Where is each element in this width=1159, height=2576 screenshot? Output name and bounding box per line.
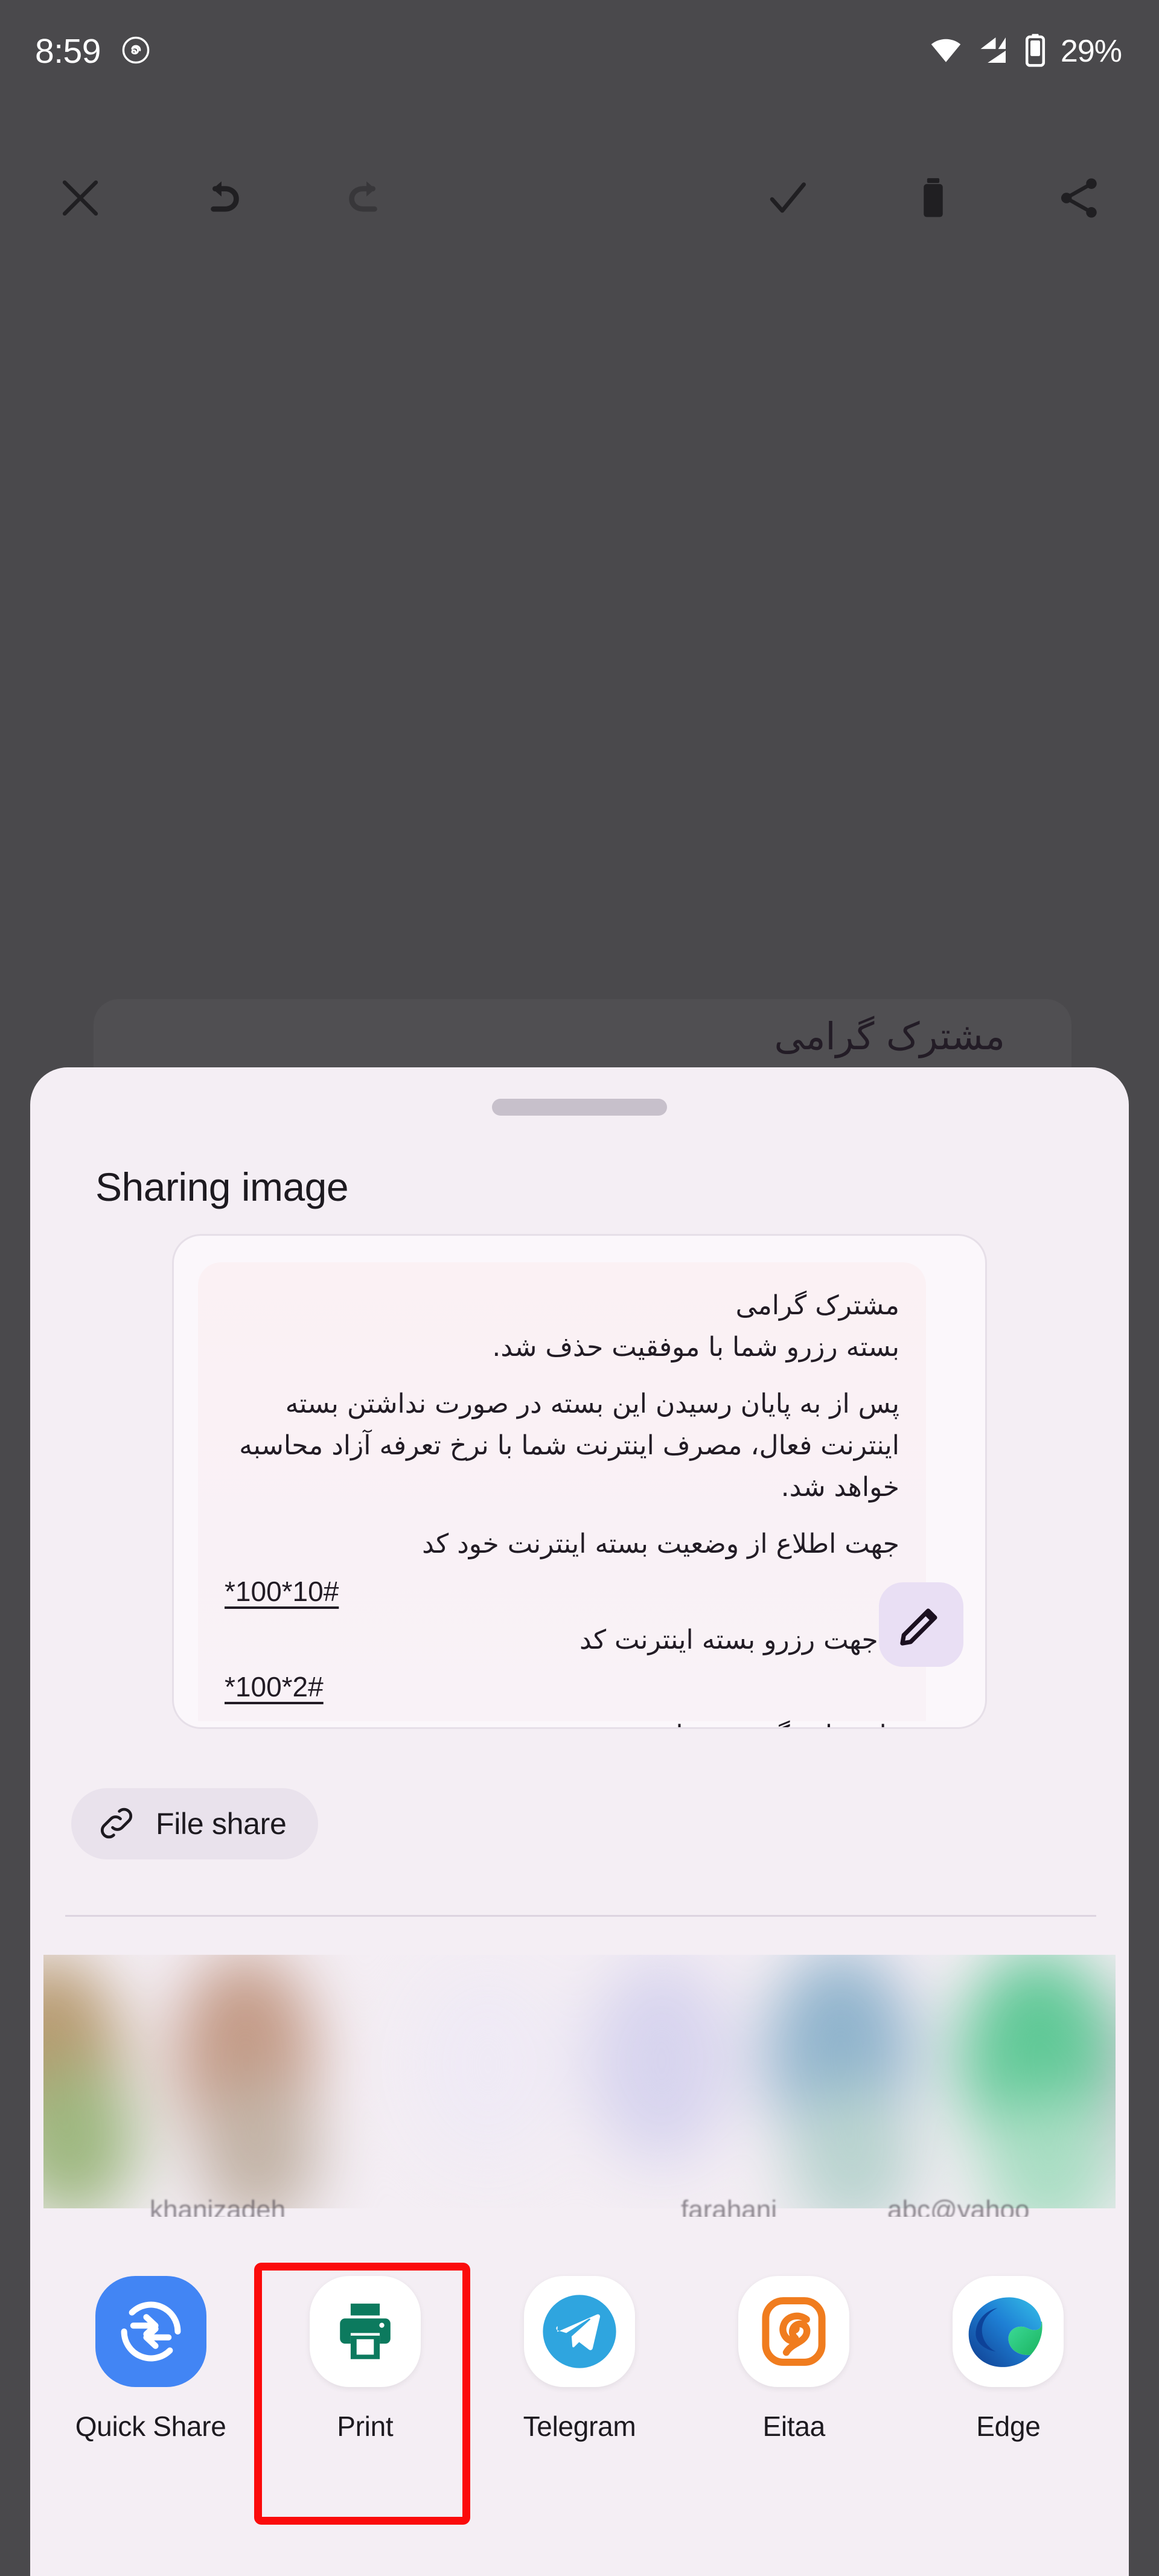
telegram-icon [524,2276,635,2387]
image-editor-toolbar [0,148,1159,248]
sms-line-status-prompt: جهت اطلاع از وضعیت بسته اینترنت خود کد [422,1529,899,1560]
trash-icon [924,177,943,217]
share-target-edge[interactable]: Edge [901,2276,1116,2536]
redo-button[interactable] [336,169,394,227]
contact-name: khanizadeh [150,2195,286,2217]
ussd-code-status[interactable]: *100*10# [225,1570,899,1614]
eitaa-icon [738,2276,850,2387]
direct-share-contacts-strip[interactable] [43,1955,1116,2208]
undo-button[interactable] [194,169,252,227]
share-target-label: Edge [976,2411,1041,2442]
status-clock: 8:59 [35,31,101,71]
sms-spacer [225,1508,899,1524]
share-app-targets-row: Quick Share Print Telegram Eitaa Edge [43,2276,1116,2536]
editor-toolbar-left [51,169,394,227]
share-icon [1061,177,1097,218]
status-bar-right: 29% [929,33,1122,70]
contact-name: farahani [681,2195,777,2217]
status-bar-left: 8:59 [35,34,150,69]
link-chain-icon [98,1804,135,1844]
printer-icon [309,2276,421,2387]
file-share-chip[interactable]: File share [71,1788,318,1859]
edge-icon [953,2276,1064,2387]
backdrop-partial-text: مشترک گرامی [774,1014,1005,1058]
contact-name-labels: khanizadeh farahani abc@yahoo [43,2195,1116,2217]
sms-line-dial-instruction: را شماره گیری فرمایید. [225,1715,899,1727]
cellular-signal-icon [976,33,1010,70]
file-share-chip-label: File share [156,1807,287,1841]
printer-icon-wrap [309,2276,421,2387]
share-target-eitaa[interactable]: Eitaa [687,2276,901,2536]
wifi-icon [929,33,963,70]
delete-button[interactable] [904,169,962,227]
quick-share-icon [95,2276,206,2387]
share-target-label: Quick Share [75,2411,226,2442]
contacts-blur-overlay [43,1955,1116,2208]
contact-name: abc@yahoo [887,2195,1030,2217]
phone-screen: 8:59 29% مشترک گرامی Sharing image مشترک… [0,0,1159,2576]
close-button[interactable] [51,169,109,227]
redo-icon [349,181,377,212]
threads-icon [121,36,150,68]
quick-share-icon-wrap [95,2276,206,2387]
sms-spacer [225,1368,899,1384]
share-target-telegram[interactable]: Telegram [472,2276,686,2536]
battery-percent-label: 29% [1060,34,1122,69]
image-preview-card[interactable]: مشترک گرامی بسته رزرو شما با موفقیت حذف … [172,1234,987,1729]
undo-icon [211,181,239,212]
file-share-chip-row: File share [71,1788,318,1859]
sheet-drag-handle[interactable] [492,1099,667,1116]
sms-text-content: مشترک گرامی بسته رزرو شما با موفقیت حذف … [225,1285,899,1727]
share-button[interactable] [1050,169,1108,227]
confirm-button[interactable] [759,169,817,227]
editor-toolbar-right [759,169,1108,227]
share-target-label: Print [337,2411,394,2442]
telegram-icon-wrap [524,2276,635,2387]
close-icon [62,180,98,216]
share-target-print[interactable]: Print [258,2276,472,2536]
sms-line-greeting: مشترک گرامی [735,1290,899,1321]
share-target-quick-share[interactable]: Quick Share [43,2276,258,2536]
share-target-label: Eitaa [762,2411,826,2442]
sms-line-deleted: بسته رزرو شما با موفقیت حذف شد. [492,1331,899,1363]
edge-icon-wrap [953,2276,1064,2387]
eitaa-icon-wrap [738,2276,850,2387]
edit-image-button[interactable] [879,1582,963,1667]
sms-line-tariff: پس از به پایان رسیدن این بسته در صورت ند… [239,1389,899,1503]
sms-line-reserve-prompt: و جهت رزرو بسته اینترنت کد [579,1624,899,1655]
sheet-title: Sharing image [95,1165,349,1209]
sms-screenshot-preview: مشترک گرامی بسته رزرو شما با موفقیت حذف … [198,1262,926,1727]
status-bar: 8:59 29% [0,0,1159,103]
ussd-code-reserve[interactable]: *100*2# [225,1666,899,1709]
battery-icon [1023,33,1047,70]
edit-pencil-icon [900,1608,937,1646]
sheet-divider [65,1915,1096,1917]
share-target-label: Telegram [523,2411,636,2442]
check-icon [770,182,806,213]
